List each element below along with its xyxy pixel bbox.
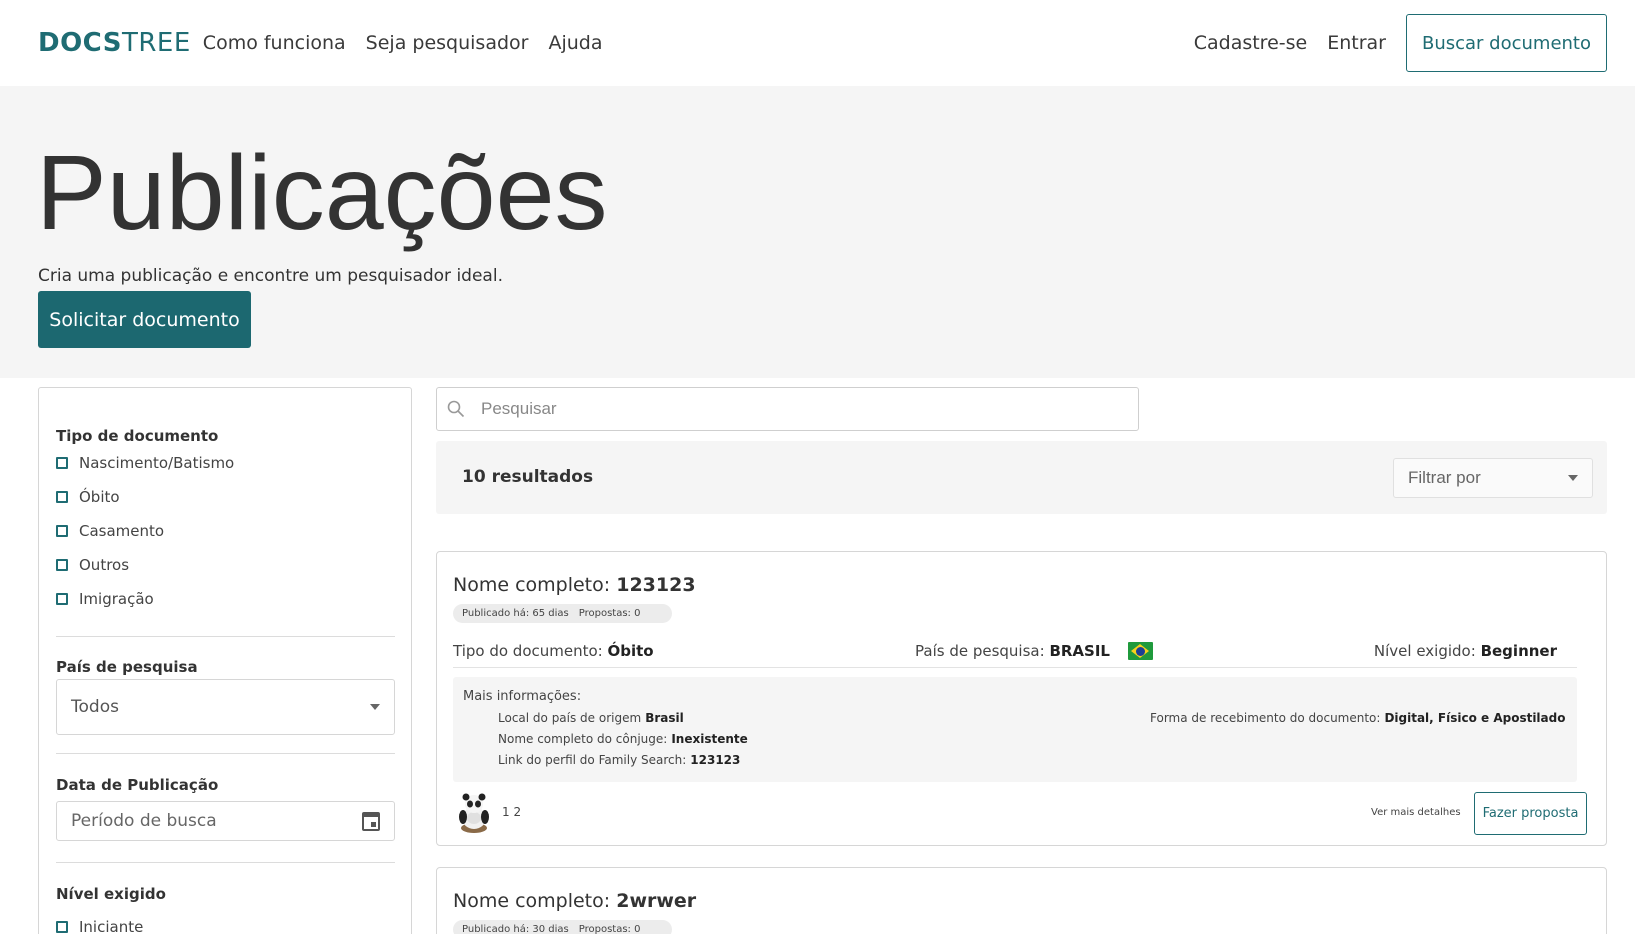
signup-link[interactable]: Cadastre-se	[1194, 32, 1308, 54]
filter-option-imigracao[interactable]: Imigração	[56, 590, 154, 608]
caret-down-icon	[1568, 475, 1578, 481]
filter-option-label: Óbito	[79, 488, 120, 506]
filter-option-label: Outros	[79, 556, 130, 574]
receive-label: Forma de recebimento do documento:	[1150, 711, 1381, 725]
doc-type-label: Tipo do documento:	[453, 642, 603, 660]
card-counter: 1 2	[502, 805, 522, 819]
checkbox[interactable]	[56, 921, 68, 933]
divider	[56, 636, 395, 637]
family-search-value: 123123	[690, 753, 741, 767]
origin-label: Local do país de origem	[498, 711, 642, 725]
family-search-info: Link do perfil do Family Search: 123123	[498, 753, 740, 767]
results-count: 10 resultados	[462, 467, 594, 487]
filters-sidebar: Tipo de documento Nascimento/Batismo Óbi…	[38, 387, 412, 934]
proposals-count: Propostas: 0	[578, 924, 641, 934]
more-info-title: Mais informações:	[463, 689, 582, 704]
caret-down-icon	[370, 704, 380, 710]
checkbox[interactable]	[56, 525, 68, 537]
full-name-value: 123123	[616, 574, 696, 596]
results-toolbar: 10 resultados Filtrar por	[436, 441, 1607, 514]
published-ago: Publicado há: 30 dias	[462, 924, 569, 934]
make-proposal-button[interactable]: Fazer proposta	[1474, 792, 1587, 835]
card-meta-badge: Publicado há: 30 dias Propostas: 0	[453, 920, 672, 934]
level-info: Nível exigido: Beginner	[1374, 642, 1557, 660]
full-name-label: Nome completo:	[453, 890, 611, 912]
avatar	[459, 793, 489, 833]
search-placeholder: Pesquisar	[481, 399, 557, 418]
filter-option-label: Casamento	[79, 522, 165, 540]
date-range-input[interactable]: Período de busca	[56, 801, 395, 841]
filter-option-iniciante[interactable]: Iniciante	[56, 918, 143, 934]
hero-section: Publicações Cria uma publicação e encont…	[0, 86, 1635, 378]
request-document-button[interactable]: Solicitar documento	[38, 291, 251, 348]
nav-link-como-funciona[interactable]: Como funciona	[203, 32, 346, 54]
page-subtitle: Cria uma publicação e encontre um pesqui…	[38, 266, 503, 286]
filter-option-casamento[interactable]: Casamento	[56, 522, 164, 540]
publication-card: Nome completo: 2wrwer Publicado há: 30 d…	[436, 867, 1607, 934]
date-range-placeholder: Período de busca	[71, 811, 217, 831]
top-navbar: DOCSTREE Como funciona Seja pesquisador …	[0, 0, 1635, 86]
docstree-logo[interactable]: DOCSTREE	[38, 28, 191, 58]
level-label: Nível exigido:	[1373, 642, 1476, 660]
level-value: Beginner	[1480, 642, 1557, 660]
divider	[56, 753, 395, 754]
divider	[56, 862, 395, 863]
spouse-label: Nome completo do cônjuge:	[498, 732, 668, 746]
search-document-button[interactable]: Buscar documento	[1405, 14, 1607, 72]
country-select[interactable]: Todos	[56, 679, 395, 735]
filter-option-nascimento[interactable]: Nascimento/Batismo	[56, 454, 234, 472]
country-info: País de pesquisa: BRASIL	[915, 642, 1153, 660]
doc-type-filter-title: Tipo de documento	[56, 427, 219, 445]
receive-info: Forma de recebimento do documento: Digita…	[1150, 711, 1565, 725]
filter-option-outros[interactable]: Outros	[56, 556, 129, 574]
nav-link-seja-pesquisador[interactable]: Seja pesquisador	[366, 32, 529, 54]
card-full-name: Nome completo: 123123	[453, 574, 696, 596]
country-label: País de pesquisa:	[915, 642, 1045, 660]
search-input[interactable]: Pesquisar	[436, 387, 1139, 431]
country-filter-title: País de pesquisa	[56, 658, 198, 676]
origin-info: Local do país de origem Brasil	[498, 711, 684, 725]
filter-option-label: Imigração	[79, 590, 154, 608]
checkbox[interactable]	[56, 491, 68, 503]
receive-value: Digital, Físico e Apostilado	[1384, 711, 1566, 725]
card-meta-badge: Publicado há: 65 dias Propostas: 0	[453, 604, 672, 623]
doc-type-value: Óbito	[607, 642, 654, 660]
filter-option-label: Nascimento/Batismo	[79, 454, 235, 472]
publication-card: Nome completo: 123123 Publicado há: 65 d…	[436, 551, 1607, 846]
card-info-row: Tipo do documento: Óbito País de pesquis…	[453, 642, 1577, 668]
proposals-count: Propostas: 0	[578, 608, 641, 619]
page-title: Publicações	[36, 134, 608, 252]
sort-filter-placeholder: Filtrar por	[1408, 468, 1481, 487]
level-filter-title: Nível exigido	[56, 885, 166, 903]
calendar-icon[interactable]	[362, 811, 380, 831]
sort-filter-select[interactable]: Filtrar por	[1393, 458, 1593, 498]
country-value: BRASIL	[1049, 642, 1110, 660]
nav-link-ajuda[interactable]: Ajuda	[548, 32, 602, 54]
view-details-link[interactable]: Ver mais detalhes	[1371, 807, 1461, 818]
search-icon	[447, 400, 465, 418]
full-name-label: Nome completo:	[453, 574, 611, 596]
card-full-name: Nome completo: 2wrwer	[453, 890, 696, 912]
origin-value: Brasil	[645, 711, 684, 725]
date-filter-title: Data de Publicação	[56, 776, 219, 794]
family-search-label: Link do perfil do Family Search:	[498, 753, 687, 767]
login-link[interactable]: Entrar	[1327, 32, 1386, 54]
checkbox[interactable]	[56, 457, 68, 469]
full-name-value: 2wrwer	[616, 890, 697, 912]
filter-option-label: Iniciante	[79, 918, 144, 934]
checkbox[interactable]	[56, 593, 68, 605]
spouse-info: Nome completo do cônjuge: Inexistente	[498, 732, 748, 746]
more-info-box: Mais informações: Local do país de orige…	[453, 677, 1577, 782]
filter-option-obito[interactable]: Óbito	[56, 488, 120, 506]
brazil-flag-icon	[1127, 642, 1153, 660]
published-ago: Publicado há: 65 dias	[462, 608, 569, 619]
spouse-value: Inexistente	[671, 732, 748, 746]
doc-type-info: Tipo do documento: Óbito	[453, 642, 654, 660]
country-select-value: Todos	[71, 697, 119, 717]
checkbox[interactable]	[56, 559, 68, 571]
